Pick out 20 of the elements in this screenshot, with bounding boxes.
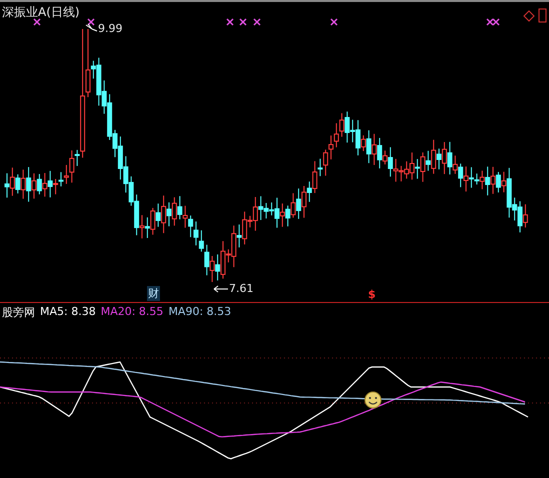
cross-marker-icon (330, 18, 338, 26)
finance-event-marker[interactable]: 财 (147, 286, 160, 301)
cross-marker-icon (239, 18, 247, 26)
pointer-arrow-icon (86, 24, 98, 32)
price-label: 7.61 (229, 282, 254, 295)
pointer-arrow-icon (214, 286, 228, 292)
diamond-icon[interactable] (523, 10, 535, 22)
ma-value: MA5: 8.38 (40, 305, 96, 320)
cross-marker-icon (33, 18, 41, 26)
dividend-event-marker[interactable]: $ (368, 288, 376, 301)
cross-marker-icon (226, 18, 234, 26)
panel-toggle-icon[interactable] (538, 8, 546, 22)
indicator-name: 股旁网 (2, 305, 35, 320)
smiley-icon (364, 392, 382, 408)
chart-title: 深振业A(日线) (2, 4, 80, 21)
ma-value: MA20: 8.55 (100, 305, 164, 320)
price-label: 9.99 (98, 22, 122, 35)
cross-marker-icon (87, 18, 95, 26)
ma-value: MA90: 8.53 (168, 305, 232, 320)
cross-marker-icon (253, 18, 261, 26)
